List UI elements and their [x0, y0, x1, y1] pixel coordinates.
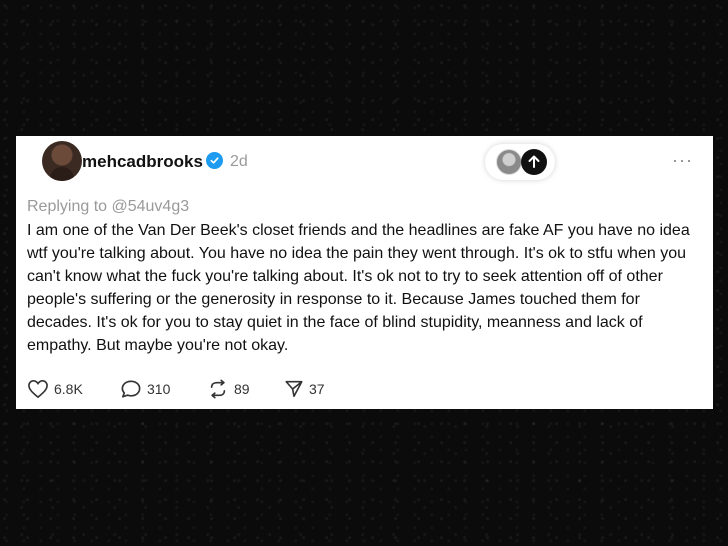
verified-badge-icon — [206, 152, 223, 169]
like-count: 6.8K — [54, 381, 83, 397]
repost-icon — [207, 379, 229, 399]
username[interactable]: mehcadbrooks — [82, 152, 203, 172]
user-avatar[interactable] — [42, 141, 82, 181]
replying-to-label: Replying to @54uv4g3 — [27, 198, 190, 215]
share-count: 37 — [309, 381, 325, 397]
post-card: mehcadbrooks 2d ··· Replying to @54uv4g3… — [16, 136, 713, 409]
send-icon — [284, 379, 304, 399]
like-button[interactable]: 6.8K — [27, 378, 83, 400]
repost-count: 89 — [234, 381, 250, 397]
post-body-text: I am one of the Van Der Beek's closet fr… — [27, 222, 690, 354]
more-options-button[interactable]: ··· — [672, 150, 693, 171]
post-timestamp: 2d — [230, 153, 248, 170]
reply-button[interactable]: 310 — [120, 378, 170, 400]
comment-icon — [120, 379, 142, 399]
reply-count: 310 — [147, 381, 171, 397]
thread-participants-pill[interactable] — [485, 144, 555, 180]
repost-button[interactable]: 89 — [207, 378, 250, 400]
heart-icon — [27, 379, 49, 399]
share-button[interactable]: 37 — [284, 378, 325, 400]
arrow-up-icon[interactable] — [521, 149, 547, 175]
participant-avatar — [496, 149, 522, 175]
